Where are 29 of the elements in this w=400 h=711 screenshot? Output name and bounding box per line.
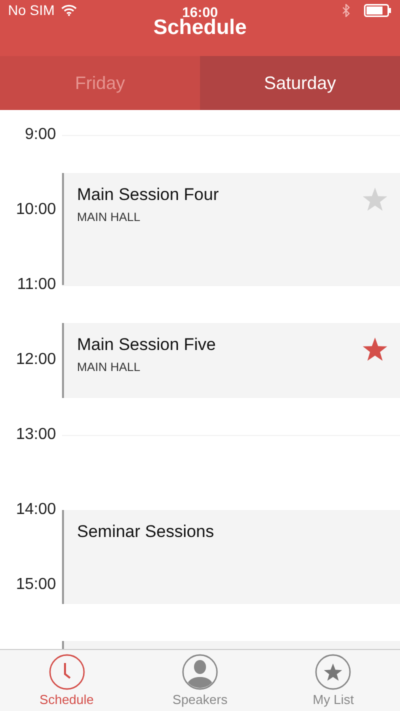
screen-title: Schedule <box>152 18 248 38</box>
event-title: Seminar Sessions <box>77 522 216 542</box>
event-card[interactable]: Main Session Four MAIN HALL <box>62 172 400 285</box>
event-location: MAIN HALL <box>77 360 142 374</box>
status-time: 16:00 <box>182 4 218 20</box>
bluetooth-icon <box>342 4 350 16</box>
event-title: Main Session Four <box>77 184 220 204</box>
hour-label: 14:00 <box>14 501 56 519</box>
star-icon[interactable] <box>362 186 388 212</box>
event-title: Main Session Five <box>77 334 217 354</box>
filled-star-icon[interactable] <box>362 336 388 362</box>
battery-icon <box>364 4 392 16</box>
hour-label: 9:00 <box>24 126 56 144</box>
hour-label: 15:00 <box>14 576 56 594</box>
hour-label: 11:00 <box>16 276 56 294</box>
person-icon <box>182 654 218 690</box>
hour-label: 10:00 <box>14 201 56 219</box>
carrier-label: No SIM <box>8 2 55 18</box>
day-tab[interactable]: Saturday <box>200 56 400 110</box>
tab-bar-item[interactable]: Schedule <box>0 650 134 711</box>
event-card[interactable]: Seminar Sessions <box>62 510 400 604</box>
wifi-icon <box>60 4 77 16</box>
event-card[interactable]: Main Session Five MAIN HALL <box>62 322 400 398</box>
tab-bar-item[interactable]: My List <box>266 650 400 711</box>
tab-bar-item[interactable]: Speakers <box>133 650 267 711</box>
event-location: MAIN HALL <box>77 210 142 224</box>
hour-label: 13:00 <box>14 426 56 444</box>
hour-label: 12:00 <box>14 351 56 369</box>
clock-icon <box>48 654 85 690</box>
